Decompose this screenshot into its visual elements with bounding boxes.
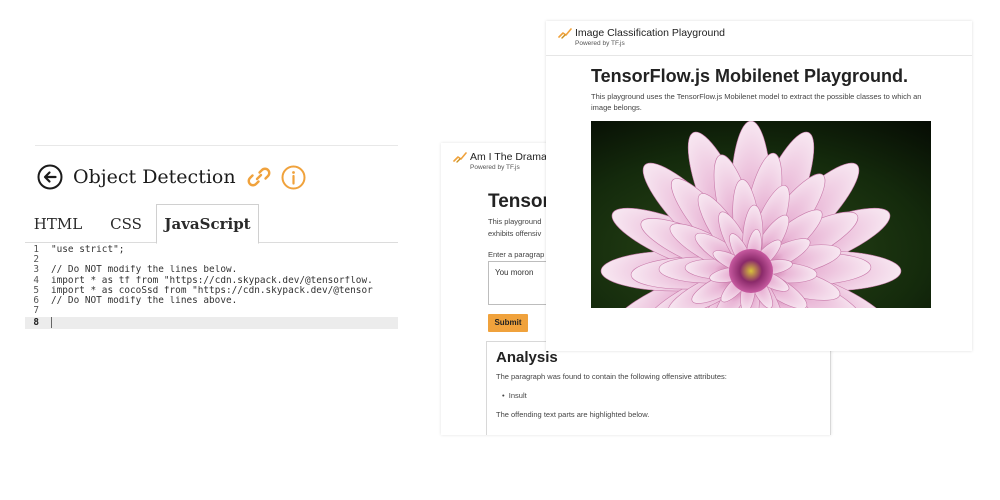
line-number: 7 (33, 306, 39, 317)
dahlia-flower-image (591, 120, 931, 351)
tab-css[interactable]: CSS (101, 205, 151, 242)
code-token: import (51, 285, 85, 296)
attribute-label: Insult (508, 391, 527, 400)
app-name: Am I The Drama (470, 151, 547, 163)
editor-tabs: HTML CSS JavaScript (25, 204, 398, 244)
flower-illustration (591, 120, 931, 351)
code-editor-panel: Object Detection HTML CSS JavaScript 1 "u… (25, 145, 398, 350)
tab-javascript[interactable]: JavaScript (156, 204, 259, 244)
code-token: * as tf from (84, 275, 164, 286)
code-token: // Do NOT modify the lines above. (51, 295, 238, 306)
analysis-panel: Analysis The paragraph was found to cont… (486, 341, 831, 435)
code-area[interactable]: 1 "use strict"; 2 3 // Do NOT modify the lin… (25, 245, 398, 330)
divider (35, 145, 398, 146)
code-line[interactable]: 5 import * as cocoSsd from "https://cdn.s… (25, 286, 398, 296)
line-number: 3 (33, 265, 39, 276)
analysis-heading: Analysis (496, 349, 558, 366)
code-token: "use strict" (51, 245, 119, 255)
code-line[interactable]: 6 // Do NOT modify the lines above. (25, 296, 398, 306)
editor-header: Object Detection (37, 160, 306, 194)
code-line[interactable]: 1 "use strict"; (25, 245, 398, 255)
submit-button[interactable]: Submit (488, 314, 528, 332)
offending-text: The offending text parts are highlighted… (496, 410, 650, 419)
input-label: Enter a paragrap (488, 250, 545, 259)
page-title: Object Detection (73, 166, 236, 188)
tab-html[interactable]: HTML (27, 205, 89, 242)
code-line[interactable]: 7 (25, 306, 398, 316)
found-text: The paragraph was found to contain the f… (496, 372, 727, 381)
back-arrow-circle-icon[interactable] (37, 164, 63, 190)
code-token: import (51, 275, 85, 286)
code-token: * as cocoSsd from (84, 285, 193, 296)
info-circle-icon[interactable] (281, 165, 306, 190)
code-token: // Do NOT modify the lines below. (51, 265, 238, 276)
code-line[interactable]: 8 (25, 317, 398, 330)
code-token: "https://cdn.skypack.dev/@tensor (192, 285, 373, 296)
line-number: 5 (33, 285, 39, 296)
line-number: 8 (33, 317, 39, 329)
description: This playground uses the TensorFlow.js M… (591, 92, 922, 112)
divider (546, 55, 972, 56)
code-token: ; (118, 245, 125, 255)
line-number: 1 (33, 245, 39, 255)
link-icon[interactable] (246, 164, 272, 190)
code-line[interactable]: 3 // Do NOT modify the lines below. (25, 265, 398, 275)
image-classification-window: Image Classification Playground Powered … (546, 21, 972, 351)
line-number: 2 (33, 255, 39, 266)
page-heading: TensorFlow.js Mobilenet Playground. (591, 66, 909, 86)
powered-by: Powered by TF.js (575, 40, 625, 47)
code-line[interactable]: 2 (25, 255, 398, 265)
powered-by: Powered by TF.js (470, 164, 520, 171)
code-line[interactable]: 4 import * as tf from "https://cdn.skypac… (25, 276, 398, 286)
tfjs-logo-icon (558, 28, 572, 39)
tfjs-logo-icon (453, 152, 467, 163)
line-number: 6 (33, 295, 39, 306)
line-number: 4 (33, 275, 39, 286)
list-item: • Insult (502, 391, 527, 400)
code-token: "https://cdn.skypack.dev/@tensorflow. (163, 275, 373, 286)
app-name: Image Classification Playground (575, 27, 725, 39)
text-cursor (51, 317, 52, 329)
